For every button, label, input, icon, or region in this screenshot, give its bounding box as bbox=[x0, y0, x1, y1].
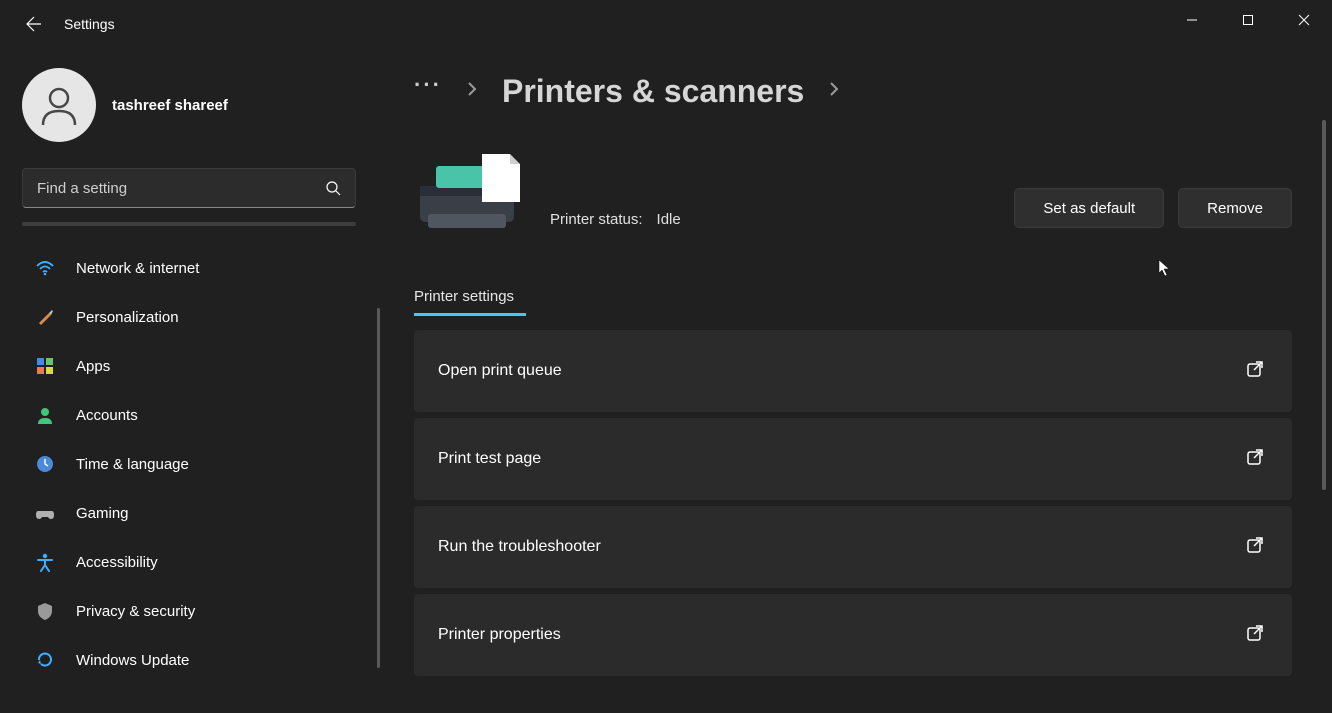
close-button[interactable] bbox=[1276, 0, 1332, 40]
printer-status: Printer status: Idle bbox=[550, 211, 681, 232]
nav-list: Network & internet Personalization Apps … bbox=[22, 246, 358, 682]
sidebar-item-network[interactable]: Network & internet bbox=[22, 246, 358, 290]
sidebar-item-accessibility[interactable]: Accessibility bbox=[22, 540, 358, 584]
status-label: Printer status: bbox=[550, 211, 643, 228]
settings-list: Open print queue Print test page Run the… bbox=[414, 330, 1292, 676]
sidebar-item-label: Personalization bbox=[76, 309, 179, 326]
setting-printer-properties[interactable]: Printer properties bbox=[414, 594, 1292, 676]
external-link-icon bbox=[1246, 448, 1264, 471]
scroll-indicator-top bbox=[22, 222, 356, 226]
breadcrumb: ··· Printers & scanners bbox=[414, 72, 1292, 110]
titlebar: Settings bbox=[0, 0, 1332, 48]
sidebar-item-personalization[interactable]: Personalization bbox=[22, 295, 358, 339]
sidebar-item-privacy[interactable]: Privacy & security bbox=[22, 589, 358, 633]
apps-icon bbox=[34, 355, 56, 377]
setting-label: Printer properties bbox=[438, 626, 561, 644]
setting-label: Open print queue bbox=[438, 362, 562, 380]
sidebar-item-label: Network & internet bbox=[76, 260, 199, 277]
account-icon bbox=[34, 404, 56, 426]
status-value: Idle bbox=[657, 211, 681, 228]
app-title: Settings bbox=[64, 16, 115, 32]
sidebar-item-label: Privacy & security bbox=[76, 603, 195, 620]
update-icon bbox=[34, 649, 56, 671]
setting-run-troubleshooter[interactable]: Run the troubleshooter bbox=[414, 506, 1292, 588]
close-icon bbox=[1298, 14, 1310, 26]
user-icon bbox=[37, 83, 81, 127]
content-scrollbar[interactable] bbox=[1322, 120, 1326, 490]
sidebar-item-windows-update[interactable]: Windows Update bbox=[22, 638, 358, 682]
content-area: ··· Printers & scanners bbox=[380, 48, 1332, 713]
back-button[interactable] bbox=[18, 8, 50, 40]
back-arrow-icon bbox=[26, 16, 42, 32]
sidebar-item-label: Gaming bbox=[76, 505, 129, 522]
sidebar-item-apps[interactable]: Apps bbox=[22, 344, 358, 388]
printer-header: Printer status: Idle Set as default Remo… bbox=[414, 152, 1292, 232]
brush-icon bbox=[34, 306, 56, 328]
sidebar-item-gaming[interactable]: Gaming bbox=[22, 491, 358, 535]
chevron-right-icon bbox=[466, 80, 478, 103]
sidebar-item-time-language[interactable]: Time & language bbox=[22, 442, 358, 486]
setting-label: Run the troubleshooter bbox=[438, 538, 601, 556]
section-title: Printer settings bbox=[414, 288, 514, 305]
sidebar-item-label: Accounts bbox=[76, 407, 138, 424]
globe-clock-icon bbox=[34, 453, 56, 475]
search-box[interactable] bbox=[22, 168, 356, 208]
minimize-icon bbox=[1186, 14, 1198, 26]
section-header: Printer settings bbox=[414, 288, 1292, 316]
external-link-icon bbox=[1246, 624, 1264, 647]
maximize-button[interactable] bbox=[1220, 0, 1276, 40]
setting-print-test-page[interactable]: Print test page bbox=[414, 418, 1292, 500]
user-name: tashreef shareef bbox=[112, 97, 228, 114]
minimize-button[interactable] bbox=[1164, 0, 1220, 40]
printer-large-icon bbox=[414, 152, 524, 232]
avatar bbox=[22, 68, 96, 142]
search-icon bbox=[325, 180, 341, 196]
sidebar-item-label: Windows Update bbox=[76, 652, 189, 669]
wifi-icon bbox=[34, 257, 56, 279]
external-link-icon bbox=[1246, 360, 1264, 383]
remove-button[interactable]: Remove bbox=[1178, 188, 1292, 228]
chevron-right-icon bbox=[828, 80, 840, 103]
sidebar-item-label: Time & language bbox=[76, 456, 189, 473]
set-default-button[interactable]: Set as default bbox=[1014, 188, 1164, 228]
sidebar-item-accounts[interactable]: Accounts bbox=[22, 393, 358, 437]
sidebar-item-label: Apps bbox=[76, 358, 110, 375]
gamepad-icon bbox=[34, 502, 56, 524]
window-controls bbox=[1164, 0, 1332, 40]
breadcrumb-overflow[interactable]: ··· bbox=[414, 72, 442, 110]
header-actions: Set as default Remove bbox=[1014, 188, 1292, 232]
sidebar: tashreef shareef Network & internet Pe bbox=[0, 48, 380, 713]
accessibility-icon bbox=[34, 551, 56, 573]
breadcrumb-printers-scanners[interactable]: Printers & scanners bbox=[502, 73, 804, 110]
search-input[interactable] bbox=[37, 180, 325, 197]
user-block[interactable]: tashreef shareef bbox=[22, 68, 358, 142]
setting-open-print-queue[interactable]: Open print queue bbox=[414, 330, 1292, 412]
section-underline bbox=[414, 313, 526, 316]
shield-icon bbox=[34, 600, 56, 622]
setting-label: Print test page bbox=[438, 450, 541, 468]
maximize-icon bbox=[1242, 14, 1254, 26]
sidebar-item-label: Accessibility bbox=[76, 554, 158, 571]
external-link-icon bbox=[1246, 536, 1264, 559]
